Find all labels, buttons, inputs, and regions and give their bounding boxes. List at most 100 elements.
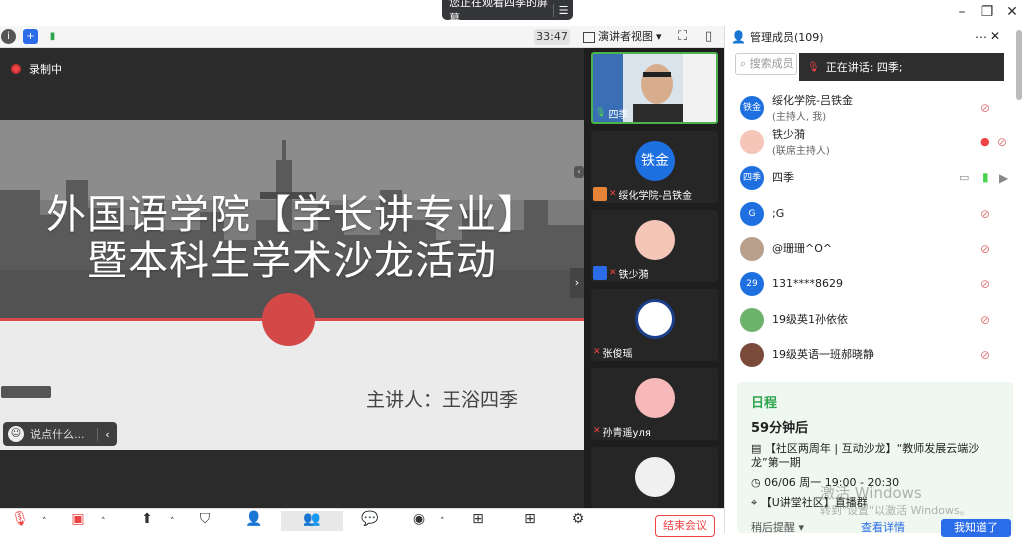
member-row[interactable]: 四季 四季 ▭ ▮ ▶ [725,161,1015,195]
video-tile[interactable]: ✕ 孙青遥уля [591,368,718,440]
meeting-info-bar: i + ▮ 33:47 演讲者视图 ▾ ⛶ ▯ [0,26,724,48]
member-name: 铁少漪 [772,127,805,141]
more-icon[interactable]: ⋯ [975,30,987,44]
apps-icon[interactable]: ⊞ [518,511,542,531]
collapse-tab-icon[interactable]: ‹ [574,166,584,178]
close-panel-icon[interactable]: ✕ [990,29,1000,43]
view-mode-button[interactable]: 演讲者视图 ▾ [583,28,669,46]
record-icon: ● [980,135,990,148]
schedule-countdown: 59分钟后 [751,421,809,436]
slide-title-line1: 外国语学院【学长讲专业】 [46,192,538,238]
video-tile[interactable]: ✕ 张俊瑶 [591,289,718,361]
member-name: 131****8629 [772,277,843,290]
member-row[interactable]: 铁少漪 (联席主持人) ● ⊘ [725,125,1015,159]
security-icon[interactable]: ⛉ [193,511,217,531]
mic-off-icon[interactable]: ⊘ [980,207,994,221]
signal-icon[interactable]: ▮ [45,29,60,44]
camera-icon[interactable]: ▣ [66,511,90,531]
cohost-icon [593,266,607,280]
chevron-up-icon[interactable]: ˄ [42,517,47,527]
tile-name: 四季 [608,109,629,121]
chat-icon[interactable]: 💬 [358,511,382,531]
member-name: 19级英语一班郝晓静 [772,348,874,361]
avatar [740,343,764,367]
search-members-input[interactable]: ⌕ 搜索成员 [735,53,797,75]
member-row[interactable]: G ;G ⊘ [725,197,1015,231]
slide-title: 外国语学院【学长讲专业】 暨本科生学术沙龙活动 [0,192,584,284]
video-tile[interactable] [591,447,718,508]
mic-on-icon: 🎙 [595,108,607,118]
got-it-button[interactable]: 我知道了 [941,519,1011,537]
end-meeting-button[interactable]: 结束会议 [655,515,715,537]
video-tiles-column: 🎙 四季 铁金 ✕ 绥化学院-吕铁金 ✕ 铁少漪 ✕ 张俊瑶 ✕ 孙青遥уля [584,48,724,508]
avatar [740,237,764,261]
sharing-banner[interactable]: 您正在观看四季的屏幕 ☰ [442,0,573,25]
minimize-icon[interactable]: – [948,4,976,20]
record-icon[interactable]: ◉ [407,511,431,531]
watermark-line2: 转到"设置"以激活 Windows。 [820,504,971,517]
mic-off-icon[interactable]: ⊘ [980,313,994,327]
fullscreen-icon[interactable]: ⛶ [678,29,687,44]
invite-icon[interactable]: 👤 [242,511,266,531]
member-name: @珊珊^O^ [772,242,833,255]
emoji-icon[interactable]: ☺ [8,426,24,442]
tile-name: 孙青遥уля [602,427,651,439]
mic-on-icon[interactable]: ▮ [982,170,989,184]
recording-indicator[interactable]: 录制中 [11,61,62,77]
member-row[interactable]: @珊珊^O^ ⊘ [725,232,1015,266]
close-icon[interactable]: ✕ [998,4,1024,20]
red-circle-decoration [262,293,315,346]
avatar [740,308,764,332]
chevron-up-icon[interactable]: ˄ [101,517,106,527]
title-bar: 您正在观看四季的屏幕 ☰ – ❐ ✕ [0,0,1024,26]
tile-label: ✕ 铁少漪 [593,266,649,281]
chevron-up-icon[interactable]: ˄ [440,517,445,527]
mic-off-icon[interactable]: ⊘ [980,242,994,256]
mic-off-icon[interactable]: ⊘ [980,277,994,291]
mic-off-icon[interactable]: ⊘ [980,101,994,115]
tile-name: 张俊瑶 [602,348,633,360]
mic-off-icon: ✕ [609,268,617,278]
members-icon[interactable]: 👥 [281,511,343,531]
mic-icon[interactable]: 🎙 [8,511,32,531]
member-row[interactable]: 19级英1孙依依 ⊘ [725,303,1015,337]
mini-name-tag [1,386,51,398]
banner-menu-icon[interactable]: ☰ [553,3,573,17]
avatar: 29 [740,272,764,296]
video-tile[interactable]: 🎙 四季 [591,52,718,124]
mic-off-icon[interactable]: ⊘ [980,348,994,362]
expand-arrow-icon[interactable]: › [570,268,584,298]
presentation-slide: 外国语学院【学长讲专业】 暨本科生学术沙龙活动 主讲人：王浴四季 [0,120,584,450]
info-icon[interactable]: i [1,29,16,44]
video-icon[interactable]: ▶ [999,171,1013,185]
tile-label: ✕ 绥化学院-吕铁金 [593,187,692,202]
shared-screen-area: 录制中 外国语学院【学长讲专业】 暨本科生学术沙龙活动 主讲人：王浴四季 ☺ 说… [0,48,584,508]
chat-placeholder: 说点什么... [30,428,85,441]
restore-icon[interactable]: ❐ [973,4,1001,20]
sidebar-toggle-icon[interactable]: ▯ [705,29,712,44]
video-tile[interactable]: 铁金 ✕ 绥化学院-吕铁金 [591,131,718,203]
member-row[interactable]: 19级英语一班郝晓静 ⊘ [725,338,1015,372]
activation-watermark: 激活 Windows 转到"设置"以激活 Windows。 [820,485,971,519]
chevron-up-icon[interactable]: ˄ [170,517,175,527]
layout-icon[interactable]: ⊞ [466,511,490,531]
member-row[interactable]: 29 131****8629 ⊘ [725,267,1015,301]
remind-later-label: 稍后提醒 [751,521,795,534]
member-role: (联席主持人) [772,145,830,157]
shield-icon[interactable]: + [23,29,38,44]
share-screen-icon[interactable]: ⬆ [135,511,159,531]
member-name: ;G [772,207,785,220]
record-dot-icon [11,64,21,74]
calendar-icon: ▤ [751,442,765,455]
user-icon: 👤 [731,30,746,44]
mic-off-icon[interactable]: ⊘ [997,135,1011,149]
video-tile[interactable]: ✕ 铁少漪 [591,210,718,282]
member-row[interactable]: 铁金 绥化学院-吕铁金 (主持人, 我) ⊘ [725,91,1015,125]
member-name: 四季 [772,171,794,184]
settings-icon[interactable]: ⚙ [566,511,590,531]
chat-input-box[interactable]: ☺ 说点什么... ‹ [3,422,117,446]
search-placeholder: 搜索成员 [749,57,794,70]
scrollbar[interactable] [1016,30,1022,100]
member-role: (主持人, 我) [772,111,827,123]
collapse-arrow-icon[interactable]: ‹ [97,427,117,441]
